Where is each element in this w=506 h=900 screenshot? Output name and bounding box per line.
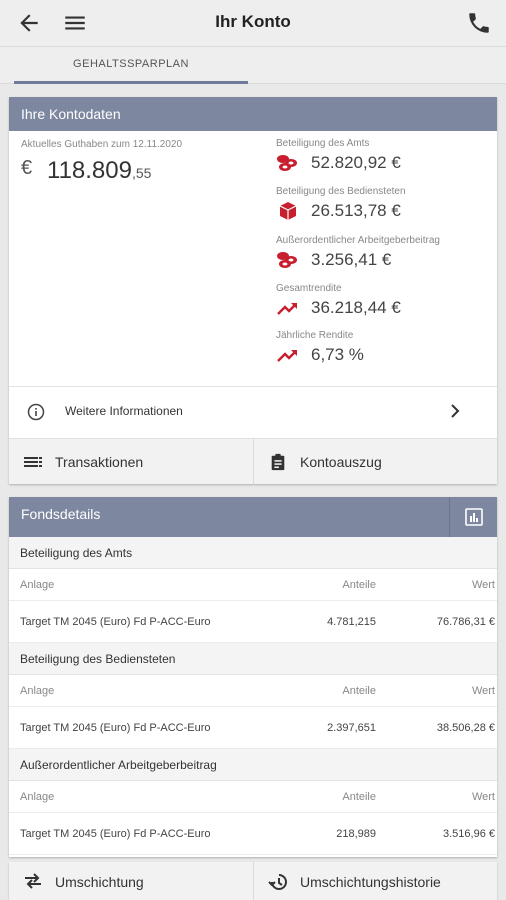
- fund-actions: Umschichtung Umschichtungshistorie: [9, 862, 497, 900]
- tab-gehaltssparplan[interactable]: GEHALTSSPARPLAN: [14, 47, 248, 84]
- cell-anteile: 2.397,651: [327, 721, 376, 734]
- account-item: Gesamtrendite 36.218,44 €: [276, 283, 401, 317]
- chart-button[interactable]: [449, 497, 497, 537]
- trending-up-icon: [276, 345, 300, 365]
- bar-chart-icon: [465, 508, 483, 526]
- balance-main: 118.809: [47, 157, 132, 184]
- col-wert: Wert: [471, 578, 495, 591]
- history-button[interactable]: Umschichtungshistorie: [253, 862, 497, 900]
- col-wert: Wert: [471, 790, 495, 803]
- fund-details-card: Fondsdetails Beteiligung des Amts Anlage…: [9, 497, 497, 857]
- reallocation-button[interactable]: Umschichtung: [9, 862, 253, 900]
- account-item-label: Jährliche Rendite: [276, 330, 354, 341]
- account-item-value: 6,73 %: [311, 345, 364, 364]
- account-item: Jährliche Rendite 6,73 %: [276, 330, 364, 364]
- phone-icon[interactable]: [466, 10, 492, 36]
- info-icon: [27, 403, 45, 421]
- currency-symbol: €: [21, 157, 33, 179]
- col-anlage: Anlage: [20, 578, 55, 591]
- trending-up-icon: [276, 298, 300, 318]
- fund-group-title: Beteiligung des Amts: [9, 537, 497, 569]
- col-wert: Wert: [471, 684, 495, 697]
- cell-anlage: Target TM 2045 (Euro) Fd P-ACC-Euro: [20, 615, 211, 628]
- more-info-label: Weitere Informationen: [65, 404, 183, 418]
- account-actions: Transaktionen Kontoauszug: [9, 438, 497, 485]
- history-label: Umschichtungshistorie: [300, 874, 441, 890]
- account-item: Außerordentlicher Arbeitgeberbeitrag 3.2…: [276, 235, 440, 269]
- col-anteile: Anteile: [342, 790, 376, 803]
- statement-label: Kontoauszug: [300, 454, 382, 470]
- account-item-value: 26.513,78 €: [311, 201, 401, 220]
- col-anlage: Anlage: [20, 790, 55, 803]
- reallocation-label: Umschichtung: [55, 874, 144, 890]
- transactions-label: Transaktionen: [55, 454, 144, 470]
- table-header: Anlage Anteile Wert: [9, 675, 497, 707]
- history-icon: [268, 872, 288, 890]
- more-info-row[interactable]: Weitere Informationen: [9, 387, 497, 437]
- col-anteile: Anteile: [342, 684, 376, 697]
- balance-cents: ,55: [131, 165, 152, 181]
- cell-wert: 76.786,31 €: [436, 615, 495, 628]
- fund-details-title: Fondsdetails: [21, 506, 101, 522]
- swap-icon: [23, 872, 43, 890]
- tab-bar: GEHALTSSPARPLAN: [0, 46, 506, 84]
- current-balance: 118.809,55: [47, 157, 151, 185]
- app-bar: Ihr Konto: [0, 0, 506, 46]
- table-row: Target TM 2045 (Euro) Fd P-ACC-Euro 218,…: [9, 813, 497, 855]
- cell-anlage: Target TM 2045 (Euro) Fd P-ACC-Euro: [20, 827, 211, 840]
- account-item: Beteiligung des Amts 52.820,92 €: [276, 138, 401, 172]
- account-item-value: 36.218,44 €: [311, 298, 401, 317]
- cell-wert: 3.516,96 €: [443, 827, 495, 840]
- transactions-button[interactable]: Transaktionen: [9, 439, 253, 485]
- fund-group-title: Beteiligung des Bediensteten: [9, 643, 497, 675]
- page-title: Ihr Konto: [215, 12, 291, 31]
- account-item-value: 52.820,92 €: [311, 153, 401, 172]
- cell-anteile: 218,989: [336, 827, 376, 840]
- account-data-card: Ihre Kontodaten Aktuelles Guthaben zum 1…: [9, 97, 497, 485]
- balance-label: Aktuelles Guthaben zum 12.11.2020: [21, 139, 183, 150]
- account-item-label: Beteiligung des Bediensteten: [276, 186, 406, 197]
- col-anteile: Anteile: [342, 578, 376, 591]
- account-item-value: 3.256,41 €: [311, 250, 392, 269]
- statement-button[interactable]: Kontoauszug: [253, 439, 497, 485]
- account-data-header: Ihre Kontodaten: [9, 97, 497, 131]
- list-icon: [23, 453, 43, 471]
- account-item: Beteiligung des Bediensteten 26.513,78 €: [276, 186, 406, 220]
- account-item-label: Außerordentlicher Arbeitgeberbeitrag: [276, 235, 440, 246]
- fund-group-title: Außerordentlicher Arbeitgeberbeitrag: [9, 749, 497, 781]
- account-item-label: Beteiligung des Amts: [276, 138, 370, 149]
- box-icon: [276, 201, 300, 221]
- table-row: Target TM 2045 (Euro) Fd P-ACC-Euro 4.78…: [9, 601, 497, 643]
- cell-anteile: 4.781,215: [327, 615, 376, 628]
- table-header: Anlage Anteile Wert: [9, 781, 497, 813]
- coins-icon: [276, 153, 300, 173]
- table-row: Target TM 2045 (Euro) Fd P-ACC-Euro 2.39…: [9, 707, 497, 749]
- col-anlage: Anlage: [20, 684, 55, 697]
- chevron-right-icon: [449, 404, 461, 418]
- fund-details-header: Fondsdetails: [9, 497, 497, 537]
- cell-wert: 38.506,28 €: [436, 721, 495, 734]
- table-header: Anlage Anteile Wert: [9, 569, 497, 601]
- account-item-label: Gesamtrendite: [276, 283, 342, 294]
- cell-anlage: Target TM 2045 (Euro) Fd P-ACC-Euro: [20, 721, 211, 734]
- clipboard-icon: [268, 453, 288, 471]
- coins-icon: [276, 250, 300, 270]
